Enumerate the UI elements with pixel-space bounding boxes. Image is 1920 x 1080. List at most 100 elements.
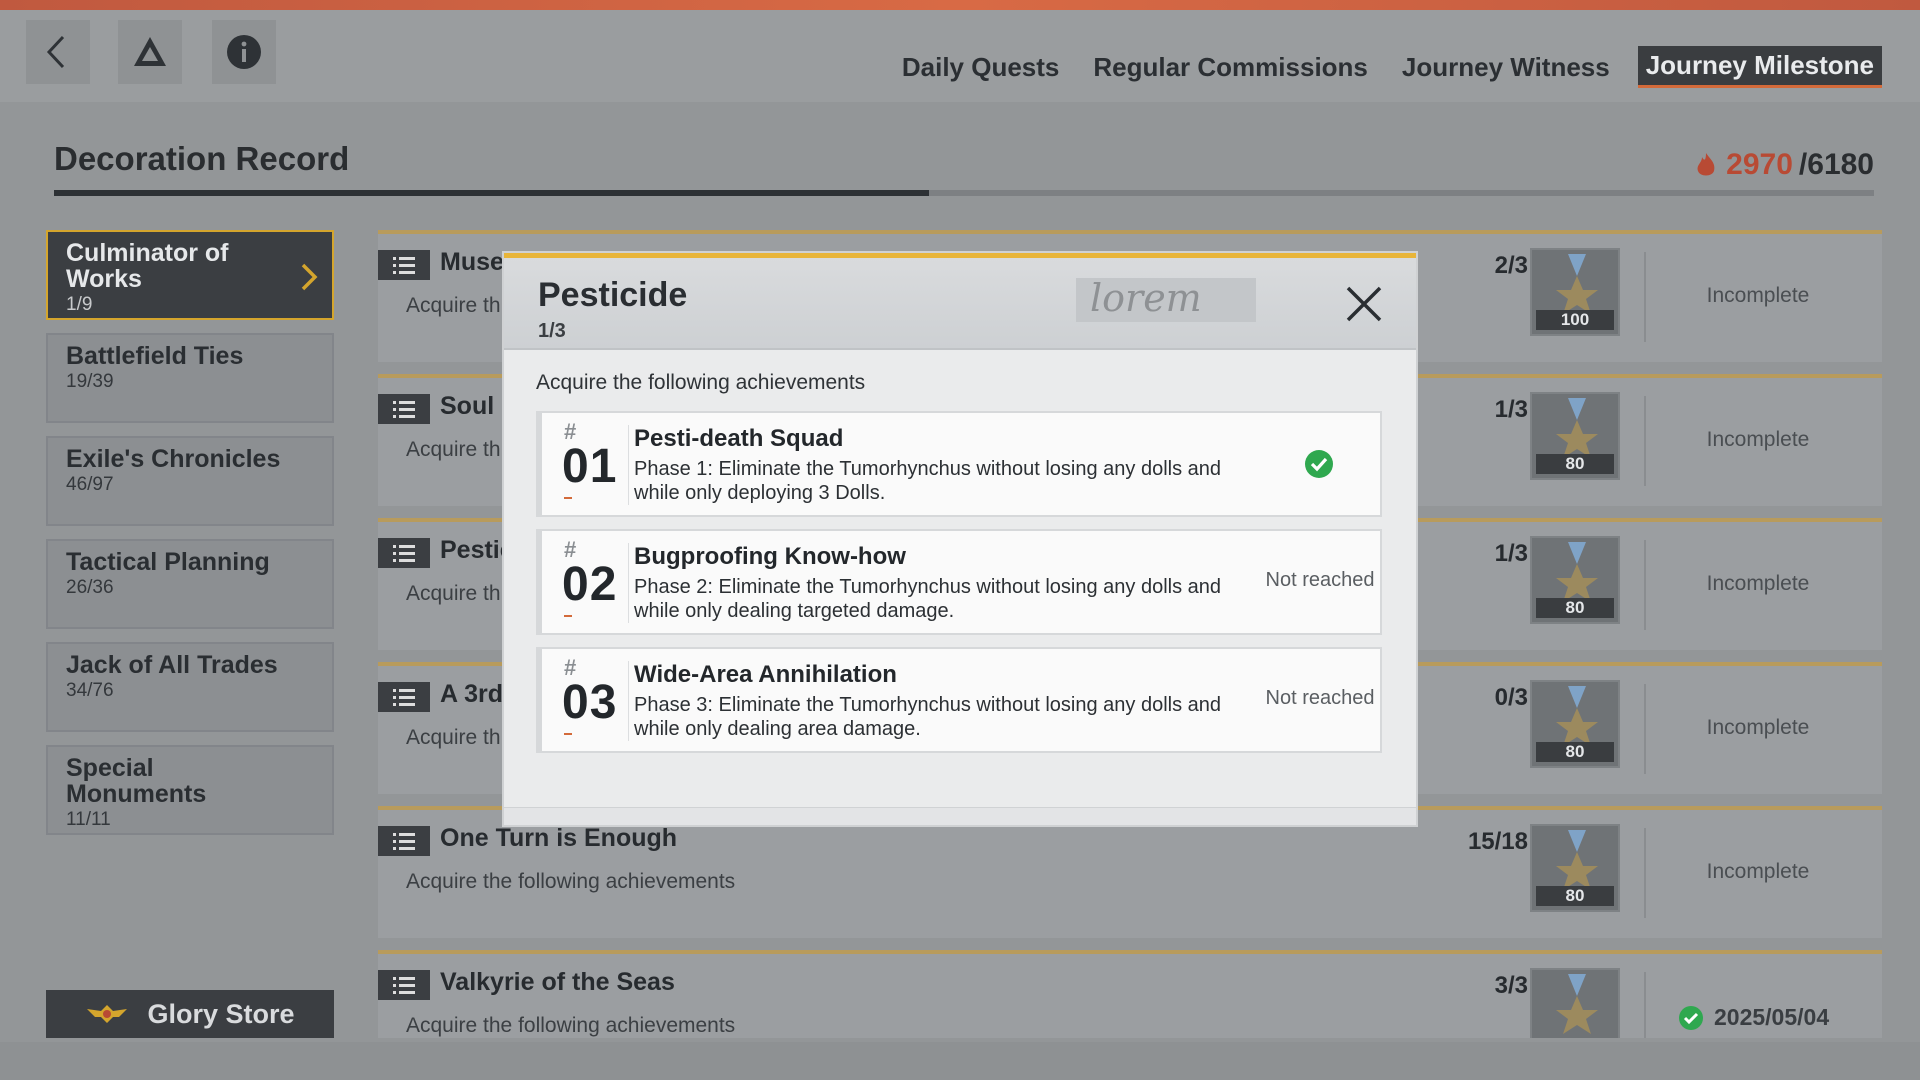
- sidebar-item-count: 46/97: [66, 474, 114, 495]
- row-desc: Acquire the following achievements: [406, 870, 736, 893]
- list-icon: [393, 545, 415, 562]
- medal-points: 80: [1536, 454, 1614, 474]
- list-icon: [393, 257, 415, 274]
- achievement-modal: Pesticide 1/3 lorem Acquire the followin…: [504, 253, 1416, 825]
- tab-regular-commissions[interactable]: Regular Commissions: [1087, 48, 1374, 87]
- medal-reward: 100: [1530, 248, 1620, 336]
- points-counter: 2970/6180: [1692, 148, 1874, 182]
- chevron-right-icon: [301, 263, 318, 291]
- record-progress-bar: [54, 190, 1874, 196]
- completion-date-text: 2025/05/04: [1714, 1004, 1830, 1030]
- medal-icon: [1556, 686, 1598, 746]
- sidebar-item-count: 1/9: [66, 294, 93, 315]
- medal-icon: [1556, 542, 1598, 602]
- info-icon: [227, 35, 261, 69]
- row-divider: [1644, 684, 1646, 774]
- achievement-item: # 01 Pesti-death Squad Phase 1: Eliminat…: [536, 411, 1382, 517]
- list-icon-box: [378, 538, 430, 568]
- row-count: 15/18: [1467, 828, 1528, 855]
- sidebar-item-label: Battlefield Ties: [66, 342, 244, 370]
- close-icon: [1346, 286, 1382, 322]
- achievement-separator: [628, 543, 629, 623]
- row-desc: Acquire th: [406, 726, 501, 749]
- row-count: 2/3: [1494, 252, 1528, 279]
- glory-store-label: Glory Store: [147, 998, 295, 1029]
- row-divider: [1644, 252, 1646, 342]
- sidebar-item-culminator-of-works[interactable]: Culminator of Works 1/9: [46, 230, 334, 320]
- row-status: Incomplete: [1706, 860, 1810, 883]
- medal-points: 100: [1536, 310, 1614, 330]
- back-icon: [46, 35, 65, 69]
- sidebar-item-exiles-chronicles[interactable]: Exile's Chronicles 46/97: [46, 436, 334, 526]
- medal-reward: 80: [1530, 536, 1620, 624]
- tab-journey-milestone[interactable]: Journey Milestone: [1637, 46, 1882, 88]
- achievement-item: # 03 Wide-Area Annihilation Phase 3: Eli…: [536, 647, 1382, 753]
- medal-icon: [1556, 398, 1598, 458]
- list-item[interactable]: One Turn is Enough Acquire the following…: [378, 806, 1882, 938]
- achievement-item: # 02 Bugproofing Know-how Phase 2: Elimi…: [536, 529, 1382, 635]
- achievement-name: Pesti-death Squad: [634, 425, 844, 452]
- record-progress-fill: [54, 190, 930, 196]
- row-divider: [1644, 396, 1646, 486]
- home-button[interactable]: [118, 20, 182, 84]
- sidebar-item-count: 26/36: [66, 577, 114, 598]
- row-title: Pestic: [440, 536, 514, 564]
- modal-header: Pesticide 1/3 lorem: [504, 258, 1416, 350]
- sidebar-item-label: Exile's Chronicles: [66, 445, 281, 473]
- sidebar-item-battlefield-ties[interactable]: Battlefield Ties 19/39: [46, 333, 334, 423]
- sidebar-item-jack-of-all-trades[interactable]: Jack of All Trades 34/76: [46, 642, 334, 732]
- medal-points: 80: [1536, 742, 1614, 762]
- tab-daily-quests[interactable]: Daily Quests: [896, 48, 1066, 87]
- modal-footer: [504, 807, 1416, 825]
- medal-reward: 80: [1530, 392, 1620, 480]
- sidebar-item-tactical-planning[interactable]: Tactical Planning 26/36: [46, 539, 334, 629]
- info-button[interactable]: [212, 20, 276, 84]
- modal-title: Pesticide: [538, 276, 688, 314]
- row-count: 1/3: [1494, 396, 1528, 423]
- completion-date: 2025/05/04: [1678, 1004, 1829, 1031]
- sidebar-item-label: Culminator of Works: [66, 239, 229, 293]
- row-status: Incomplete: [1706, 716, 1810, 739]
- list-icon-box: [378, 250, 430, 280]
- list-icon-box: [378, 682, 430, 712]
- page-title: Decoration Record: [54, 140, 350, 177]
- row-divider: [1644, 828, 1646, 918]
- row-status: Incomplete: [1706, 428, 1810, 451]
- list-icon: [393, 689, 415, 706]
- flame-icon: [1697, 153, 1715, 176]
- list-item[interactable]: Valkyrie of the Seas Acquire the followi…: [378, 950, 1882, 1038]
- row-divider: [1644, 540, 1646, 630]
- row-desc: Acquire th: [406, 582, 501, 605]
- back-button[interactable]: [26, 20, 90, 84]
- medal-reward: 80: [1530, 680, 1620, 768]
- medal-points: 80: [1536, 886, 1614, 906]
- modal-decoration-script: lorem: [1076, 278, 1256, 322]
- modal-subtitle: Acquire the following achievements: [536, 371, 866, 394]
- row-title: A 3rd: [440, 680, 503, 708]
- tab-journey-witness[interactable]: Journey Witness: [1396, 48, 1616, 87]
- achievement-desc: Phase 2: Eliminate the Tumorhynchus with…: [634, 576, 1222, 622]
- achievement-state: Not reached: [1265, 687, 1375, 709]
- list-icon: [393, 977, 415, 994]
- row-desc: Acquire th: [406, 438, 501, 461]
- achievement-number: 02: [562, 558, 618, 611]
- nav-tabs: Daily Quests Regular Commissions Journey…: [896, 46, 1882, 88]
- row-status: Incomplete: [1706, 572, 1810, 595]
- list-icon-box: [378, 970, 430, 1000]
- row-count: 3/3: [1494, 972, 1528, 999]
- row-divider: [1644, 972, 1646, 1038]
- row-status: Incomplete: [1706, 284, 1810, 307]
- medal-reward: [1530, 968, 1620, 1038]
- close-button[interactable]: [1340, 280, 1388, 328]
- sidebar-item-label: Jack of All Trades: [66, 651, 278, 679]
- glory-store-button[interactable]: Glory Store: [46, 990, 334, 1038]
- achievement-tick: [564, 615, 572, 617]
- medal-icon: [1556, 830, 1598, 890]
- row-title: Valkyrie of the Seas: [440, 968, 675, 996]
- list-icon: [393, 401, 415, 418]
- row-title: One Turn is Enough: [440, 824, 678, 852]
- sidebar-item-special-monuments[interactable]: Special Monuments 11/11: [46, 745, 334, 835]
- check-circle-icon: [1679, 1005, 1703, 1030]
- achievement-state: Not reached: [1265, 569, 1375, 591]
- achievement-name: Bugproofing Know-how: [634, 543, 906, 570]
